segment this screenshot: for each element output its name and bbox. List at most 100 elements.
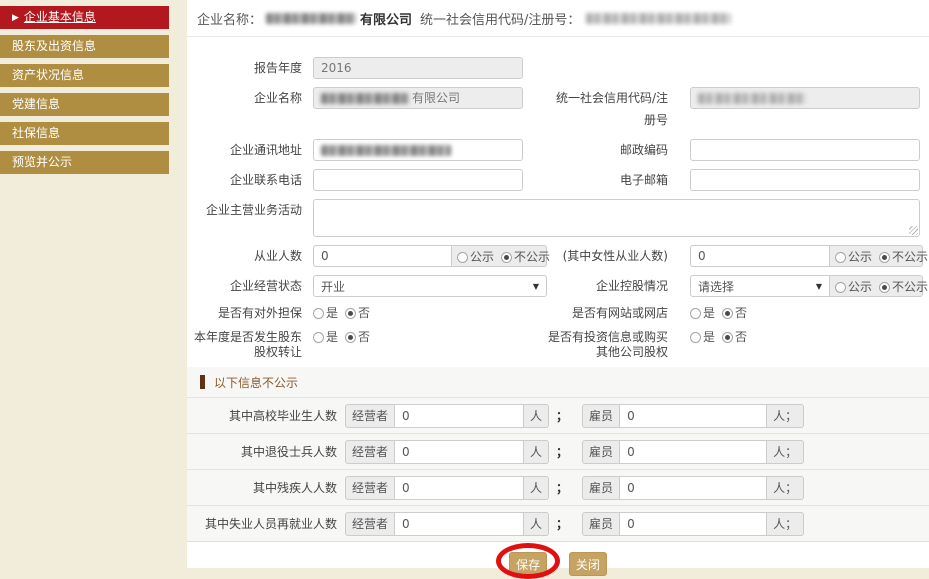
holding-status-label: 企业控股情况 [547, 275, 668, 297]
website-yes-radio[interactable] [690, 308, 701, 319]
sidebar-item-preview-publish[interactable]: 预览并公示 [0, 151, 169, 174]
company-name-label: 企业名称： [197, 9, 262, 28]
sidebar-item-label: 股东及出资信息 [12, 39, 96, 53]
save-button[interactable]: 保存 [509, 552, 547, 576]
equity-transfer-no-radio[interactable] [345, 332, 356, 343]
employees-no-publicize-radio[interactable] [501, 252, 512, 263]
no-option-label: 否 [735, 330, 747, 344]
credit-code-redacted [586, 13, 731, 24]
publicize-option-label: 公示 [470, 250, 494, 264]
sidebar-item-social-security[interactable]: 社保信息 [0, 122, 169, 145]
sidebar-item-label: 企业基本信息 [24, 10, 96, 24]
yes-option-label: 是 [703, 330, 715, 344]
guarantee-label: 是否有对外担保 [187, 305, 302, 321]
operator-addon: 经营者 [345, 440, 394, 464]
employees-publicize-radio[interactable] [457, 252, 468, 263]
employee-addon: 雇员 [582, 476, 619, 500]
sidebar-item-basic-info[interactable]: ▶ 企业基本信息 [0, 6, 169, 29]
no-option-label: 否 [735, 306, 747, 320]
yes-option-label: 是 [326, 306, 338, 320]
graduates-operator-input[interactable] [394, 404, 524, 428]
operator-addon: 经营者 [345, 404, 394, 428]
unit-addon: 人 [524, 476, 549, 500]
company-name-field-label: 企业名称 [187, 87, 302, 109]
holding-no-publicize-radio[interactable] [879, 282, 890, 293]
disabled-employee-input[interactable] [619, 476, 767, 500]
female-publicize-radio[interactable] [835, 252, 846, 263]
credit-code-input[interactable] [690, 87, 920, 109]
veterans-employee-input[interactable] [619, 440, 767, 464]
guarantee-no-radio[interactable] [345, 308, 356, 319]
close-button[interactable]: 关闭 [569, 552, 607, 576]
postcode-input[interactable] [690, 139, 920, 161]
guarantee-yes-radio[interactable] [313, 308, 324, 319]
group-separator: ； [556, 407, 568, 424]
company-name-redacted [266, 13, 356, 24]
unit-end-addon: 人； [767, 404, 804, 428]
table-row: 其中退役士兵人数 经营者 人 ； 雇员 人； [187, 433, 929, 469]
reemployed-operator-input[interactable] [394, 512, 524, 536]
operating-status-value: 开业 [321, 278, 345, 295]
sidebar-item-label: 社保信息 [12, 126, 60, 140]
sidebar-item-label: 资产状况信息 [12, 68, 84, 82]
annual-report-form: 报告年度 企业名称 有限公司 统一社会信用代码/注册号 企业通 [187, 37, 929, 576]
website-no-radio[interactable] [722, 308, 733, 319]
disabled-operator-input[interactable] [394, 476, 524, 500]
reemployed-label: 其中失业人员再就业人数 [187, 515, 337, 532]
unit-addon: 人 [524, 440, 549, 464]
reemployed-employee-input[interactable] [619, 512, 767, 536]
phone-label: 企业联系电话 [187, 169, 302, 191]
unit-addon: 人 [524, 512, 549, 536]
female-no-publicize-radio[interactable] [879, 252, 890, 263]
employees-input[interactable] [313, 245, 452, 267]
employee-addon: 雇员 [582, 404, 619, 428]
no-publicize-option-label: 不公示 [892, 250, 928, 264]
operator-addon: 经营者 [345, 512, 394, 536]
report-year-input[interactable] [313, 57, 523, 79]
business-activity-textarea[interactable] [313, 199, 920, 237]
phone-input[interactable] [313, 169, 523, 191]
sidebar-item-label: 预览并公示 [12, 155, 72, 169]
publicize-option-label: 公示 [848, 250, 872, 264]
female-employees-input[interactable] [690, 245, 830, 267]
veterans-operator-input[interactable] [394, 440, 524, 464]
company-name-suffix: 有限公司 [360, 9, 412, 28]
no-publicize-option-label: 不公示 [892, 280, 928, 294]
employee-addon: 雇员 [582, 440, 619, 464]
holding-publicize-radio[interactable] [835, 282, 846, 293]
credit-code-field-label: 统一社会信用代码/注册号 [547, 87, 668, 131]
group-separator: ； [556, 479, 568, 496]
postcode-label: 邮政编码 [547, 139, 668, 161]
sidebar-item-party-building[interactable]: 党建信息 [0, 93, 169, 116]
company-header: 企业名称： 有限公司 统一社会信用代码/注册号： [187, 0, 929, 37]
address-input[interactable] [313, 139, 523, 161]
no-publicize-option-label: 不公示 [514, 250, 550, 264]
section-marker-icon [200, 375, 205, 389]
holding-status-select[interactable]: 请选择 ▼ [690, 275, 830, 297]
graduates-employee-input[interactable] [619, 404, 767, 428]
company-name-input[interactable]: 有限公司 [313, 87, 523, 109]
credit-code-value-redacted [698, 93, 806, 104]
chevron-down-icon: ▼ [816, 282, 822, 291]
investment-yes-radio[interactable] [690, 332, 701, 343]
unit-end-addon: 人； [767, 512, 804, 536]
active-triangle-icon: ▶ [12, 13, 19, 23]
disabled-persons-label: 其中残疾人人数 [187, 479, 337, 496]
address-label: 企业通讯地址 [187, 139, 302, 161]
report-year-label: 报告年度 [187, 57, 302, 79]
sidebar-item-shareholders[interactable]: 股东及出资信息 [0, 35, 169, 58]
employees-publicity-addon: 公示 不公示 [452, 245, 547, 267]
unit-addon: 人 [524, 404, 549, 428]
equity-transfer-yes-radio[interactable] [313, 332, 324, 343]
table-row: 其中高校毕业生人数 经营者 人 ； 雇员 人； [187, 397, 929, 433]
table-row: 其中失业人员再就业人数 经营者 人 ； 雇员 人； [187, 505, 929, 541]
graduates-label: 其中高校毕业生人数 [187, 407, 337, 424]
sidebar-item-assets[interactable]: 资产状况信息 [0, 64, 169, 87]
investment-no-radio[interactable] [722, 332, 733, 343]
holding-status-value: 请选择 [698, 278, 734, 295]
email-input[interactable] [690, 169, 920, 191]
operating-status-select[interactable]: 开业 ▼ [313, 275, 547, 297]
no-option-label: 否 [358, 330, 370, 344]
main-panel: 企业名称： 有限公司 统一社会信用代码/注册号： 报告年度 企业名称 有限公司 … [187, 0, 929, 568]
email-label: 电子邮箱 [547, 169, 668, 191]
